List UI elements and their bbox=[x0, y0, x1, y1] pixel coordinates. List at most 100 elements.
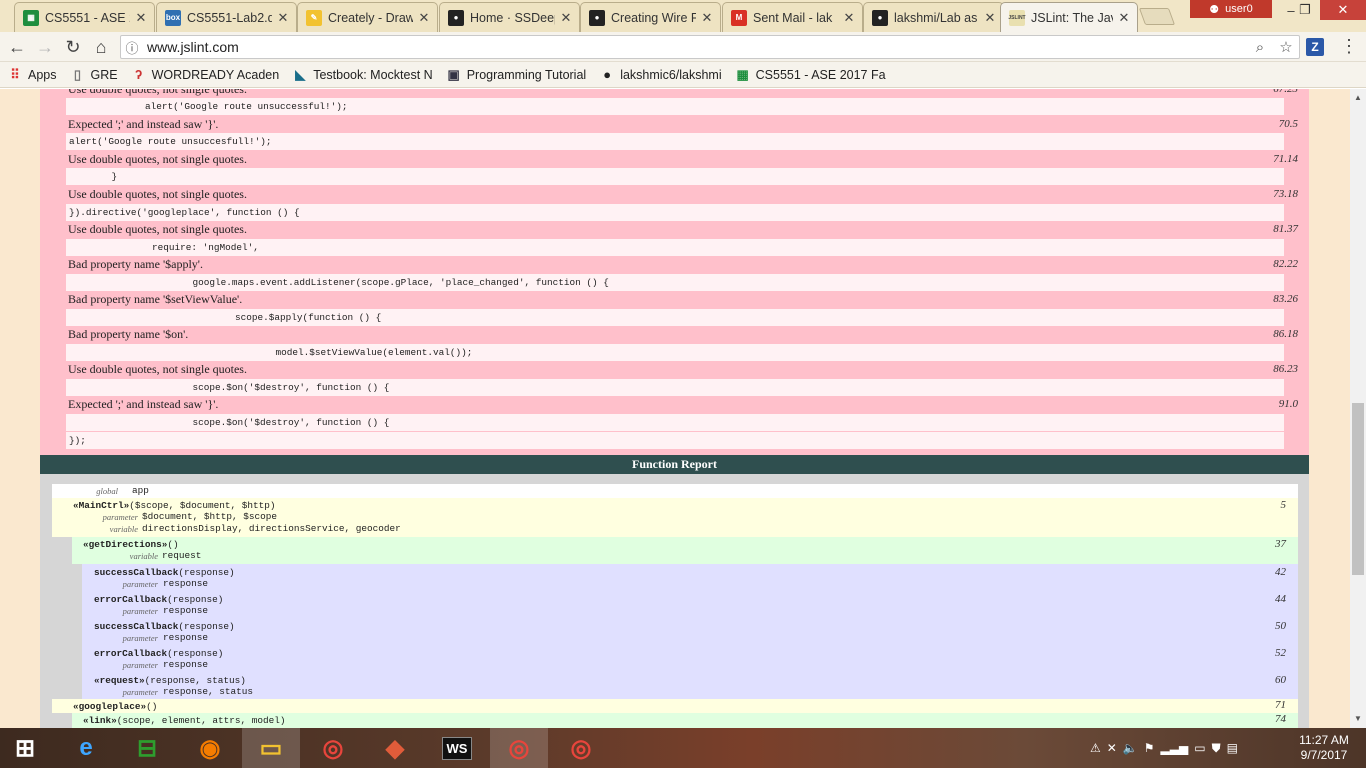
tab-6[interactable]: ● lakshmi/Lab as ✕ bbox=[863, 2, 1004, 32]
reload-icon[interactable]: ↻ bbox=[62, 36, 84, 58]
network-off-icon[interactable]: ✕ bbox=[1107, 741, 1117, 755]
taskbar-git-button[interactable]: ◆ bbox=[366, 728, 424, 768]
function-signature[interactable]: errorCallback(response) bbox=[94, 648, 223, 659]
bookmark-label: Programming Tutorial bbox=[466, 67, 587, 82]
warning-message: Bad property name '$setViewValue'. bbox=[68, 292, 243, 306]
profile-button[interactable]: ⚉ user0 bbox=[1190, 0, 1272, 18]
detail-value: directionsDisplay, directionsService, ge… bbox=[142, 523, 401, 534]
function-report: global app «MainCtrl»($scope, $document, $… bbox=[40, 474, 1309, 728]
profile-name: user0 bbox=[1225, 3, 1253, 15]
bookmark-2[interactable]: ʔ WORDREADY Acaden bbox=[132, 67, 279, 82]
warning-row: Use double quotes, not single quotes. 71.… bbox=[68, 151, 1298, 168]
close-tab-icon[interactable]: ✕ bbox=[276, 10, 290, 26]
scrollbar-thumb[interactable] bbox=[1352, 403, 1364, 575]
bookmark-1[interactable]: ▯ GRE bbox=[71, 67, 118, 82]
taskbar-start-button[interactable]: ⊞ bbox=[1, 728, 49, 768]
tab-0[interactable]: ▦ CS5551 - ASE 2 ✕ bbox=[14, 2, 155, 32]
page-scrollbar[interactable]: ▲ ▼ bbox=[1350, 89, 1366, 728]
chrome-menu-icon[interactable]: ⋮ bbox=[1340, 37, 1358, 55]
url-text[interactable]: www.jslint.com bbox=[143, 39, 1247, 55]
start-icon: ⊞ bbox=[14, 734, 36, 762]
function-block-link: «link»(scope, element, attrs, model) 74 bbox=[72, 713, 1298, 728]
notes-icon[interactable]: ▤ bbox=[1227, 741, 1238, 755]
close-tab-icon[interactable]: ✕ bbox=[1117, 10, 1131, 26]
global-row: global app bbox=[52, 484, 1298, 498]
function-name: «getDirections» bbox=[83, 539, 168, 550]
code-text: google.maps.event.addListener(scope.gPla… bbox=[125, 277, 609, 288]
function-signature[interactable]: «request»(response, status) bbox=[94, 675, 246, 686]
function-signature[interactable]: «googleplace»() bbox=[73, 701, 157, 712]
bookmark-0[interactable]: ⠿ Apps bbox=[8, 67, 56, 82]
security-icon[interactable]: ⛊ bbox=[1212, 741, 1221, 756]
close-tab-icon[interactable]: ✕ bbox=[559, 10, 573, 26]
function-signature[interactable]: successCallback(response) bbox=[94, 567, 235, 578]
warning-line-number: 83.26 bbox=[1273, 293, 1298, 305]
taskbar-ie-button[interactable]: e bbox=[57, 728, 115, 768]
close-tab-icon[interactable]: ✕ bbox=[842, 10, 856, 26]
tab-2[interactable]: ✎ Creately - Draw ✕ bbox=[297, 2, 438, 32]
close-tab-icon[interactable]: ✕ bbox=[417, 10, 431, 26]
clock-date: 9/7/2017 bbox=[1300, 748, 1348, 762]
bookmark-4[interactable]: ▣ Programming Tutorial bbox=[447, 67, 587, 82]
function-params: (response) bbox=[178, 621, 235, 632]
volume-icon[interactable]: 🔈 bbox=[1123, 741, 1138, 755]
info-icon[interactable]: ⓘ bbox=[121, 38, 143, 57]
function-block-googleplace: «googleplace»() 71 bbox=[52, 699, 1298, 713]
tab-4[interactable]: ● Creating Wire F ✕ bbox=[580, 2, 721, 32]
signal-icon[interactable]: ▂▃▅ bbox=[1161, 741, 1189, 755]
taskbar-store-button[interactable]: ⊟ bbox=[118, 728, 176, 768]
bookmark-3[interactable]: ◣ Testbook: Mocktest N bbox=[293, 67, 433, 82]
code-text: alert('Google route unsuccesfull!'); bbox=[69, 136, 272, 147]
alert-icon[interactable]: ⚠ bbox=[1090, 741, 1101, 755]
close-tab-icon[interactable]: ✕ bbox=[700, 10, 714, 26]
code-text: }).directive('googleplace', function () … bbox=[69, 207, 300, 218]
zoom-icon[interactable]: ⌕ bbox=[1247, 39, 1273, 56]
new-tab-button[interactable] bbox=[1138, 8, 1176, 25]
taskbar-chrome-button[interactable]: ◎ bbox=[490, 728, 548, 768]
taskbar-chrome-button[interactable]: ◎ bbox=[552, 728, 610, 768]
address-bar[interactable]: ⓘ www.jslint.com ⌕ ☆ bbox=[120, 35, 1300, 59]
taskbar-chrome-button[interactable]: ◎ bbox=[304, 728, 362, 768]
function-name: «link» bbox=[83, 715, 117, 726]
taskbar-firefox-button[interactable]: ◉ bbox=[181, 728, 239, 768]
clock[interactable]: 11:27 AM 9/7/2017 bbox=[1296, 733, 1352, 763]
code-evidence: alert('Google route unsuccessful!'); bbox=[66, 98, 1284, 115]
taskbar-file-explorer-button[interactable]: ▭ bbox=[242, 728, 300, 768]
function-block-getdirections: «getDirections»() 37 variable request bbox=[72, 537, 1298, 564]
function-name: errorCallback bbox=[94, 594, 168, 605]
close-tab-icon[interactable]: ✕ bbox=[983, 10, 997, 26]
github-icon: ● bbox=[872, 9, 888, 26]
taskbar-webstorm-button[interactable]: WS bbox=[428, 728, 486, 768]
close-tab-icon[interactable]: ✕ bbox=[134, 10, 148, 26]
bookmark-star-icon[interactable]: ☆ bbox=[1273, 38, 1299, 56]
tab-3[interactable]: ● Home · SSDeep ✕ bbox=[439, 2, 580, 32]
function-signature[interactable]: «link»(scope, element, attrs, model) bbox=[83, 715, 286, 726]
detail-value: $document, $http, $scope bbox=[142, 511, 278, 522]
scroll-up-icon[interactable]: ▲ bbox=[1350, 91, 1366, 105]
function-signature[interactable]: successCallback(response) bbox=[94, 621, 235, 632]
tab-title: CS5551-Lab2.d bbox=[187, 10, 272, 25]
home-icon[interactable]: ⌂ bbox=[90, 36, 112, 58]
tab-title: Creating Wire F bbox=[611, 10, 696, 25]
function-line-number: 50 bbox=[1275, 620, 1286, 632]
tab-7[interactable]: JSLINT JSLint: The Java ✕ bbox=[1000, 2, 1138, 32]
close-window-button[interactable]: ✕ bbox=[1320, 0, 1366, 20]
bookmark-6[interactable]: ▦ CS5551 - ASE 2017 Fa bbox=[736, 67, 885, 82]
zotero-extension-icon[interactable]: Z bbox=[1306, 38, 1324, 56]
function-signature[interactable]: errorCallback(response) bbox=[94, 594, 223, 605]
warning-line-number: 81.37 bbox=[1273, 223, 1298, 235]
bookmark-5[interactable]: ● lakshmic6/lakshmi bbox=[600, 67, 721, 82]
back-icon[interactable]: ← bbox=[6, 36, 28, 58]
maximize-button[interactable]: ❐ bbox=[1290, 0, 1320, 20]
creately-icon: ✎ bbox=[306, 9, 322, 26]
tab-5[interactable]: M Sent Mail - lak ✕ bbox=[722, 2, 863, 32]
flag-icon[interactable]: ⚑ bbox=[1144, 741, 1155, 755]
forward-icon[interactable]: → bbox=[34, 36, 56, 58]
scroll-down-icon[interactable]: ▼ bbox=[1350, 712, 1366, 726]
gmail-icon: M bbox=[731, 9, 747, 26]
function-signature[interactable]: «getDirections»() bbox=[83, 539, 179, 550]
battery-icon[interactable]: ▭ bbox=[1194, 741, 1205, 755]
function-params: (response, status) bbox=[144, 675, 246, 686]
tab-1[interactable]: box CS5551-Lab2.d ✕ bbox=[156, 2, 297, 32]
function-signature[interactable]: «MainCtrl»($scope, $document, $http) bbox=[73, 500, 276, 511]
